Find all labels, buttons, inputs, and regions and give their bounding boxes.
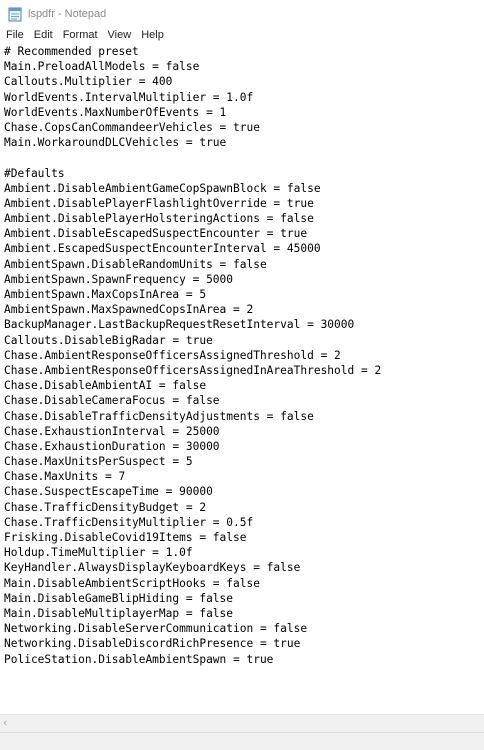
notepad-icon	[8, 6, 22, 22]
text-line: Main.DisableMultiplayerMap = false	[4, 606, 234, 620]
text-line: Ambient.DisablePlayerFlashlightOverride …	[4, 196, 314, 210]
text-line: Frisking.DisableCovid19Items = false	[4, 531, 247, 544]
text-line: Ambient.DisableAmbientGameCopSpawnBlock …	[4, 181, 321, 195]
text-line: Chase.MaxUnitsPerSuspect = 5	[4, 455, 193, 469]
text-line	[4, 150, 484, 165]
text-line: Chase.DisableAmbientAI = false	[4, 379, 207, 393]
notepad-window: lspdfr - Notepad File Edit Format View H…	[0, 0, 484, 750]
menu-bar: File Edit Format View Help	[0, 27, 484, 44]
text-line: Chase.MaxUnits = 7	[4, 470, 126, 484]
text-line: Chase.CopsCanCommandeerVehicles = true	[4, 120, 260, 134]
text-line: Chase.AmbientResponseOfficersAssignedInA…	[4, 363, 382, 377]
text-line: Chase.AmbientResponseOfficersAssignedThr…	[4, 348, 341, 362]
menu-format[interactable]: Format	[59, 27, 102, 44]
menu-help[interactable]: Help	[137, 27, 168, 44]
text-line: Ambient.DisablePlayerHolsteringActions =…	[4, 212, 314, 226]
text-line: # Recommended preset	[4, 45, 139, 58]
text-line: Chase.DisableTrafficDensityAdjustments =…	[4, 409, 314, 423]
text-line: Main.DisableGameBlipHiding = false	[4, 591, 234, 605]
text-line: Callouts.Multiplier = 400	[4, 75, 173, 89]
menu-file[interactable]: File	[2, 27, 28, 44]
text-line: KeyHandler.AlwaysDisplayKeyboardKeys = f…	[4, 561, 301, 575]
text-line: Chase.DisableCameraFocus = false	[4, 394, 220, 408]
text-line: Ambient.EscapedSuspectEncounterInterval …	[4, 242, 321, 256]
text-line: Holdup.TimeMultiplier = 1.0f	[4, 546, 193, 560]
text-line: PoliceStation.DisableAmbientSpawn = true	[4, 652, 274, 666]
text-line: Main.DisableAmbientScriptHooks = false	[4, 576, 260, 590]
text-line: Main.PreloadAllModels = false	[4, 60, 200, 74]
horizontal-scrollbar[interactable]: ‹	[0, 714, 484, 732]
chevron-left-icon[interactable]: ‹	[3, 717, 13, 729]
text-line: AmbientSpawn.DisableRandomUnits = false	[4, 257, 267, 271]
text-line: Chase.ExhaustionInterval = 25000	[4, 424, 220, 438]
title-bar[interactable]: lspdfr - Notepad	[0, 0, 484, 27]
text-line: #Defaults	[4, 166, 65, 180]
text-line: AmbientSpawn.MaxCopsInArea = 5	[4, 288, 207, 301]
text-line: Ambient.DisableEscapedSuspectEncounter =…	[4, 227, 308, 241]
text-line: Chase.SuspectEscapeTime = 90000	[4, 485, 213, 499]
text-line: Networking.DisableDiscordRichPresence = …	[4, 637, 301, 651]
editor-text[interactable]: # Recommended preset Main.PreloadAllModel…	[0, 44, 484, 667]
text-line: Networking.DisableServerCommunication = …	[4, 622, 308, 636]
text-line: WorldEvents.IntervalMultiplier = 1.0f	[4, 90, 254, 104]
text-line: Main.WorkaroundDLCVehicles = true	[4, 136, 227, 150]
text-line: AmbientSpawn.SpawnFrequency = 5000	[4, 272, 234, 286]
menu-edit[interactable]: Edit	[30, 27, 57, 44]
text-line: AmbientSpawn.MaxSpawnedCopsInArea = 2	[4, 303, 254, 317]
text-line: Chase.TrafficDensityBudget = 2	[4, 500, 207, 514]
text-line: WorldEvents.MaxNumberOfEvents = 1	[4, 105, 227, 119]
status-bar	[0, 732, 484, 750]
text-line: BackupManager.LastBackupRequestResetInte…	[4, 318, 355, 332]
text-line: Chase.ExhaustionDuration = 30000	[4, 439, 220, 453]
text-line: Chase.TrafficDensityMultiplier = 0.5f	[4, 515, 254, 529]
menu-view[interactable]: View	[104, 27, 136, 44]
text-line: Callouts.DisableBigRadar = true	[4, 333, 213, 347]
window-title: lspdfr - Notepad	[28, 7, 107, 20]
text-editor[interactable]: # Recommended preset Main.PreloadAllModel…	[0, 44, 484, 714]
